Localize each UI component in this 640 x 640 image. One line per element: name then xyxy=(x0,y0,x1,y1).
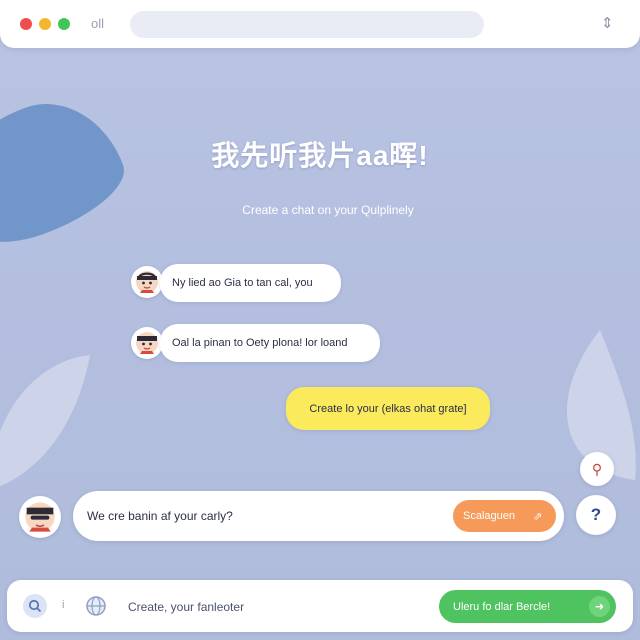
help-icon: ? xyxy=(590,505,602,524)
search-button[interactable] xyxy=(23,594,47,618)
message-composer[interactable]: We cre banin af your carly? Scalaguen ⇗ xyxy=(73,491,564,541)
minimize-window-button[interactable] xyxy=(39,18,51,30)
chat-message-text: Ny lied ao Gia to tan cal, you xyxy=(172,277,313,289)
maximize-window-button[interactable] xyxy=(58,18,70,30)
avatar xyxy=(19,496,61,538)
search-icon xyxy=(28,599,42,613)
arrow-icon: ➜ xyxy=(589,596,610,617)
composer-action-button[interactable]: Scalaguen ⇗ xyxy=(453,500,556,532)
message-input[interactable]: We cre banin af your carly? xyxy=(87,509,233,523)
leaf-decoration-left xyxy=(0,355,90,487)
composer-action-label: Scalaguen xyxy=(463,510,515,522)
arrow-glyph: ➜ xyxy=(594,601,605,613)
avatar xyxy=(131,327,163,359)
window-label: oll xyxy=(91,16,105,31)
chat-message: Ny lied ao Gia to tan cal, you xyxy=(160,264,341,302)
chat-message-text: Create lo your (elkas ohat grate] xyxy=(309,402,467,415)
close-window-button[interactable] xyxy=(20,18,32,30)
toolbar-separator: i xyxy=(62,599,65,611)
share-icon: ⇗ xyxy=(533,510,543,523)
globe-icon[interactable] xyxy=(85,595,107,617)
chat-message-user: Create lo your (elkas ohat grate] xyxy=(286,387,490,430)
chat-message: Oal la pinan to Oety plona! lor loand xyxy=(160,324,380,362)
avatar-icon xyxy=(136,332,158,354)
pin-button[interactable]: ⚲ xyxy=(580,452,614,486)
avatar xyxy=(131,266,163,298)
bottom-toolbar: i Create, your fanleoter Uleru fo dlar B… xyxy=(7,580,633,632)
primary-action-label: Uleru fo dlar Bercle! xyxy=(453,600,551,613)
page-title: 我先听我片aa晖! xyxy=(211,140,429,171)
help-button[interactable]: ? xyxy=(576,495,616,535)
page-subtitle: Create a chat on your Qulplinely xyxy=(242,203,414,217)
address-bar[interactable] xyxy=(130,11,484,38)
pin-icon: ⚲ xyxy=(591,460,603,477)
avatar-icon xyxy=(25,502,55,532)
avatar-icon xyxy=(136,271,158,293)
sliders-icon[interactable]: ⇕ xyxy=(601,14,614,32)
primary-action-button[interactable]: Uleru fo dlar Bercle! ➜ xyxy=(439,590,616,623)
bottom-input[interactable]: Create, your fanleoter xyxy=(128,600,244,614)
chat-message-text: Oal la pinan to Oety plona! lor loand xyxy=(172,337,348,349)
window-titlebar: oll ⇕ xyxy=(0,0,640,48)
